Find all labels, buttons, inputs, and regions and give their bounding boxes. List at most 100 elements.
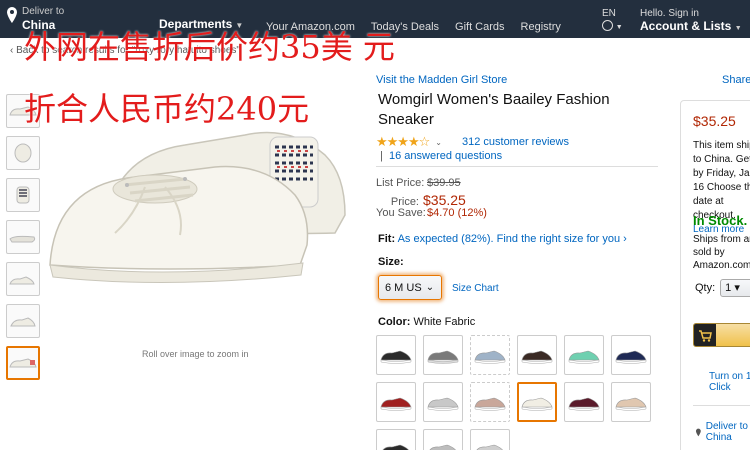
shoe-swatch-icon [474, 350, 506, 364]
shoe-thumbnail [9, 235, 36, 243]
color-swatch-grid [376, 335, 658, 450]
color-swatch[interactable] [376, 429, 416, 450]
account-lists-label: Account & Lists [640, 19, 732, 33]
chevron-down-icon: ⌄ [425, 282, 435, 293]
buy-box: $35.25 This item ships to China. Get it … [680, 100, 750, 450]
brand-store-link[interactable]: Visit the Madden Girl Store [376, 74, 507, 86]
you-save-label: You Save: [376, 207, 426, 219]
overlay-caption-line1: 外网在售折后价约35美 元 [24, 28, 395, 66]
overlay-caption-line2: 折合人民币约240元 [24, 90, 310, 128]
shoe-swatch-icon [427, 350, 459, 364]
chevron-down-icon[interactable]: ⌄ [435, 138, 442, 147]
nav-link-gift-cards[interactable]: Gift Cards [455, 21, 505, 33]
size-selected-value: 6 M US [385, 281, 422, 294]
shipping-text: This item ships to China. Get it by Frid… [693, 140, 750, 221]
shoe-swatch-icon [382, 444, 409, 450]
color-swatch[interactable] [376, 382, 416, 422]
color-swatch[interactable] [470, 382, 510, 422]
color-swatch[interactable] [611, 382, 651, 422]
fit-label: Fit: [378, 233, 396, 245]
add-to-cart-button[interactable] [693, 323, 750, 347]
customer-reviews-link[interactable]: 312 customer reviews [462, 136, 569, 148]
answered-questions-link[interactable]: 16 answered questions [389, 150, 502, 162]
color-label: Color: White Fabric [378, 316, 475, 328]
color-swatch[interactable] [423, 335, 463, 375]
globe-icon [602, 20, 613, 31]
qty-label: Qty: [695, 282, 716, 294]
color-swatch[interactable] [517, 335, 557, 375]
qty-value: 1 [725, 282, 732, 294]
shoe-thumbnail [10, 317, 36, 327]
zoom-hint: Roll over image to zoom in [142, 349, 249, 359]
color-selected-value: White Fabric [413, 316, 476, 328]
color-swatch[interactable] [470, 429, 510, 450]
language-code: EN [602, 8, 616, 19]
share-link[interactable]: Share [722, 74, 750, 86]
shoe-thumbnail [9, 358, 37, 368]
color-swatch[interactable] [423, 429, 463, 450]
quantity-row: Qty: 1 ▾ [695, 279, 750, 297]
size-label: Size: [378, 256, 404, 268]
deliver-label: Deliver to [22, 6, 65, 17]
fit-info: Fit: As expected (82%). Find the right s… [378, 233, 627, 245]
color-swatch[interactable] [564, 335, 604, 375]
shoe-swatch-icon [521, 397, 553, 411]
shoe-swatch-icon [476, 444, 503, 450]
shoe-swatch-icon [568, 397, 600, 411]
list-price-value: $39.95 [427, 177, 461, 189]
you-save-value: $4.70 (12%) [427, 207, 487, 219]
shoe-swatch-icon [380, 397, 412, 411]
buybox-price: $35.25 [693, 113, 736, 129]
thumbnail-top-view[interactable] [6, 136, 40, 170]
deliver-to-text: Deliver to China [705, 421, 748, 443]
thumbnail-list [6, 94, 42, 388]
color-swatch[interactable] [376, 335, 416, 375]
color-swatch[interactable] [564, 382, 604, 422]
shoe-swatch-icon [521, 350, 553, 364]
one-click-link[interactable]: Turn on 1-Click [709, 371, 750, 393]
shoe-thumbnail [14, 143, 32, 163]
quantity-dropdown[interactable]: 1 ▾ [720, 279, 750, 297]
location-pin-icon [695, 428, 701, 436]
thumbnail-angle-view[interactable] [6, 304, 40, 338]
thumbnail-main-selected[interactable] [6, 346, 40, 380]
shoe-thumbnail [16, 186, 30, 204]
shoe-swatch-icon [429, 444, 456, 450]
color-label-title: Color: [378, 316, 411, 328]
shoe-swatch-icon [615, 397, 647, 411]
shoe-swatch-icon [568, 350, 600, 364]
size-dropdown[interactable]: 6 M US ⌄ [378, 275, 442, 300]
fit-link[interactable]: As expected (82%). Find the right size f… [398, 233, 627, 245]
sold-by: Ships from and sold by Amazon.com [693, 234, 750, 271]
thumbnail-back-view[interactable] [6, 178, 40, 212]
color-swatch[interactable] [423, 382, 463, 422]
main-product-image[interactable] [45, 115, 360, 305]
shoe-swatch-icon [474, 397, 506, 411]
shoe-swatch-icon [380, 350, 412, 364]
price-value: $35.25 [423, 192, 466, 208]
account-menu[interactable]: Hello. Sign in Account & Lists ▼ [640, 8, 742, 35]
shoe-swatch-icon [615, 350, 647, 364]
list-price-label: List Price: [376, 177, 425, 189]
size-chart-link[interactable]: Size Chart [452, 283, 499, 294]
cart-icon [694, 324, 716, 346]
nav-link-registry[interactable]: Registry [521, 21, 561, 33]
price-block: List Price: $39.95 Price: $35.25 You Save:… [376, 177, 487, 222]
color-swatch[interactable] [517, 382, 557, 422]
divider [376, 166, 658, 167]
stock-status: In Stock. [693, 213, 748, 228]
location-pin-icon [7, 7, 17, 23]
thumbnail-pair-view[interactable] [6, 262, 40, 296]
answered-questions: | 16 answered questions [380, 150, 503, 162]
color-swatch[interactable] [611, 335, 651, 375]
caret-down-icon: ▼ [734, 25, 742, 32]
caret-down-icon: ▼ [615, 24, 623, 31]
shoe-thumbnail [9, 276, 35, 285]
language-selector[interactable]: EN ▼ [602, 8, 623, 34]
divider [693, 405, 750, 406]
color-swatch[interactable] [470, 335, 510, 375]
deliver-to-link[interactable]: Deliver to China [695, 421, 750, 443]
shoe-swatch-icon [427, 397, 459, 411]
thumbnail-sole-view[interactable] [6, 220, 40, 254]
star-rating-icon[interactable]: ★★★★☆ [376, 134, 430, 150]
